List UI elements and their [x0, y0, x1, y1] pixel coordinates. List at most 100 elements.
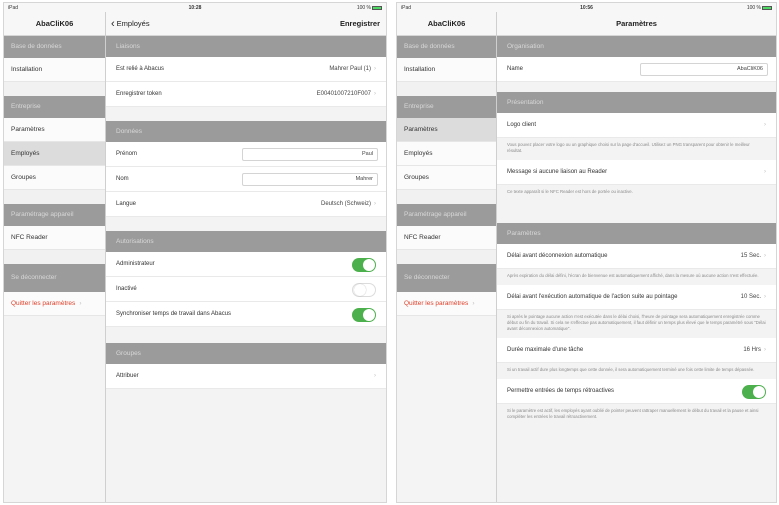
row-linked-to-abacus[interactable]: Est relié à Abacus Mahrer Paul (1) › [106, 57, 386, 82]
sidebar-item-quit-settings[interactable]: Quitter les paramètres › [4, 292, 105, 316]
right-ipad-screen: iPad 10:56 100 % AbaCliK06 Base de donné… [396, 2, 777, 503]
row-value: Mahrer Paul (1) › [329, 66, 376, 72]
row-auto-logout-delay[interactable]: Délai avant déconnexion automatique 15 S… [497, 244, 776, 269]
sidebar-item-nfc-reader[interactable]: NFC Reader [4, 226, 105, 250]
nav-bar: Paramètres [497, 12, 776, 36]
row-administrator: Administrateur [106, 252, 386, 277]
max-task-value: 16 Hrs [743, 347, 761, 353]
sidebar-section-database: Base de données [4, 36, 105, 58]
page-title: Paramètres [616, 19, 657, 28]
sidebar-item-installation[interactable]: Installation [4, 58, 105, 82]
spacer [4, 82, 105, 96]
chevron-right-icon: › [374, 66, 376, 72]
token-value: E00401007210F007 [316, 91, 371, 97]
spacer [397, 190, 496, 204]
spacer [106, 327, 386, 343]
back-button[interactable]: ‹ Employés [111, 18, 150, 30]
chevron-right-icon: › [79, 300, 82, 307]
retroactive-label: Permettre entrées de temps rétroactives [507, 388, 615, 394]
row-value: 16 Hrs › [743, 347, 766, 353]
left-ipad-screen: iPad 10:28 100 % AbaCliK06 Base de donné… [3, 2, 387, 503]
sidebar-item-employees[interactable]: Employés [4, 142, 105, 166]
chevron-right-icon: › [374, 201, 376, 207]
sync-worktime-toggle[interactable] [352, 308, 376, 322]
chevron-right-icon: › [764, 122, 766, 128]
sidebar-section-company: Entreprise [4, 96, 105, 118]
sidebar-item-groups[interactable]: Groupes [4, 166, 105, 190]
language-label: Langue [116, 201, 137, 207]
clock: 10:56 [580, 5, 593, 11]
row-max-task-duration[interactable]: Durée maximale d'une tâche 16 Hrs › [497, 338, 776, 363]
row-language[interactable]: Langue Deutsch (Schweiz) › [106, 192, 386, 217]
row-auto-action-delay[interactable]: Délai avant l'exécution automatique de l… [497, 285, 776, 310]
quit-settings-label: Quitter les paramètres [11, 300, 76, 307]
sidebar-item-parameters[interactable]: Paramètres [4, 118, 105, 142]
sidebar-item-employees[interactable]: Employés [397, 142, 496, 166]
sidebar-title: AbaCliK06 [397, 12, 496, 36]
detail-pane: ‹ Employés Enregistrer Liaisons Est relié… [106, 12, 386, 502]
quit-settings-label: Quitter les paramètres [404, 300, 469, 307]
sidebar: AbaCliK06 Base de données Installation E… [397, 12, 497, 502]
row-reader-message[interactable]: Message si aucune liaison au Reader › [497, 160, 776, 185]
chevron-right-icon: › [764, 294, 766, 300]
section-autorisations: Autorisations [106, 231, 386, 252]
row-value: 10 Sec. › [741, 294, 766, 300]
row-client-logo[interactable]: Logo client › [497, 113, 776, 138]
first-name-label: Prénom [116, 151, 138, 157]
reader-message-label: Message si aucune liaison au Reader [507, 169, 608, 175]
sidebar-section-database: Base de données [397, 36, 496, 58]
sidebar-item-nfc-reader[interactable]: NFC Reader [397, 226, 496, 250]
sidebar-section-logout: Se déconnecter [4, 264, 105, 292]
administrator-toggle[interactable] [352, 258, 376, 272]
sidebar-section-device: Paramétrage appareil [4, 204, 105, 226]
battery-indicator: 100 % [357, 5, 382, 11]
save-button[interactable]: Enregistrer [340, 19, 380, 28]
row-save-token[interactable]: Enregistrer token E00401007210F007 › [106, 82, 386, 107]
row-value: Deutsch (Schweiz) › [321, 201, 376, 207]
row-name: Name AbaCliK06 [497, 57, 776, 82]
section-presentation: Présentation [497, 92, 776, 113]
row-value: E00401007210F007 › [317, 91, 376, 97]
reader-message-note: Ce texte apparaît si le NFC Reader est h… [497, 185, 776, 201]
row-inactive: Inactivé [106, 277, 386, 302]
auto-action-label: Délai avant l'exécution automatique de l… [507, 294, 678, 300]
first-name-field[interactable]: Paul [242, 148, 378, 161]
sidebar-item-quit-settings[interactable]: Quitter les paramètres › [397, 292, 496, 316]
max-task-label: Durée maximale d'une tâche [507, 347, 584, 353]
assign-label: Attribuer [116, 373, 139, 379]
client-logo-label: Logo client [507, 122, 537, 128]
row-sync-worktime: Synchroniser temps de travail dans Abacu… [106, 302, 386, 327]
language-value: Deutsch (Schweiz) [320, 201, 371, 207]
chevron-right-icon: › [472, 300, 475, 307]
sidebar-item-parameters[interactable]: Paramètres [397, 118, 496, 142]
nav-bar: ‹ Employés Enregistrer [106, 12, 386, 36]
row-value: 15 Sec. › [741, 253, 766, 259]
administrator-label: Administrateur [116, 261, 155, 267]
row-label: Est relié à Abacus [116, 66, 165, 72]
clock: 10:28 [188, 5, 202, 11]
row-retroactive-entries: Permettre entrées de temps rétroactives [497, 379, 776, 404]
section-liaisons: Liaisons [106, 36, 386, 57]
client-logo-note: Vous pouvez placer votre logo ou un grap… [497, 138, 776, 160]
chevron-right-icon: › [374, 91, 376, 97]
chevron-left-icon: ‹ [111, 18, 115, 30]
spacer [397, 82, 496, 96]
spacer [106, 107, 386, 121]
inactive-toggle[interactable] [352, 283, 376, 297]
sidebar-item-groups[interactable]: Groupes [397, 166, 496, 190]
row-assign-group[interactable]: Attribuer › [106, 364, 386, 389]
spacer [106, 217, 386, 231]
battery-indicator: 100 % [747, 5, 772, 11]
name-label: Name [507, 66, 524, 72]
inactive-label: Inactivé [116, 286, 137, 292]
retroactive-toggle[interactable] [742, 385, 766, 399]
name-field[interactable]: AbaCliK06 [640, 63, 768, 76]
row-label: Enregistrer token [116, 91, 162, 97]
last-name-field[interactable]: Mahrer [242, 173, 378, 186]
battery-label: 100 % [746, 5, 761, 11]
sidebar-section-device: Paramétrage appareil [397, 204, 496, 226]
detail-pane: Paramètres Organisation Name AbaCliK06 P… [497, 12, 776, 502]
sidebar-item-installation[interactable]: Installation [397, 58, 496, 82]
chevron-right-icon: › [764, 253, 766, 259]
spacer [397, 250, 496, 264]
